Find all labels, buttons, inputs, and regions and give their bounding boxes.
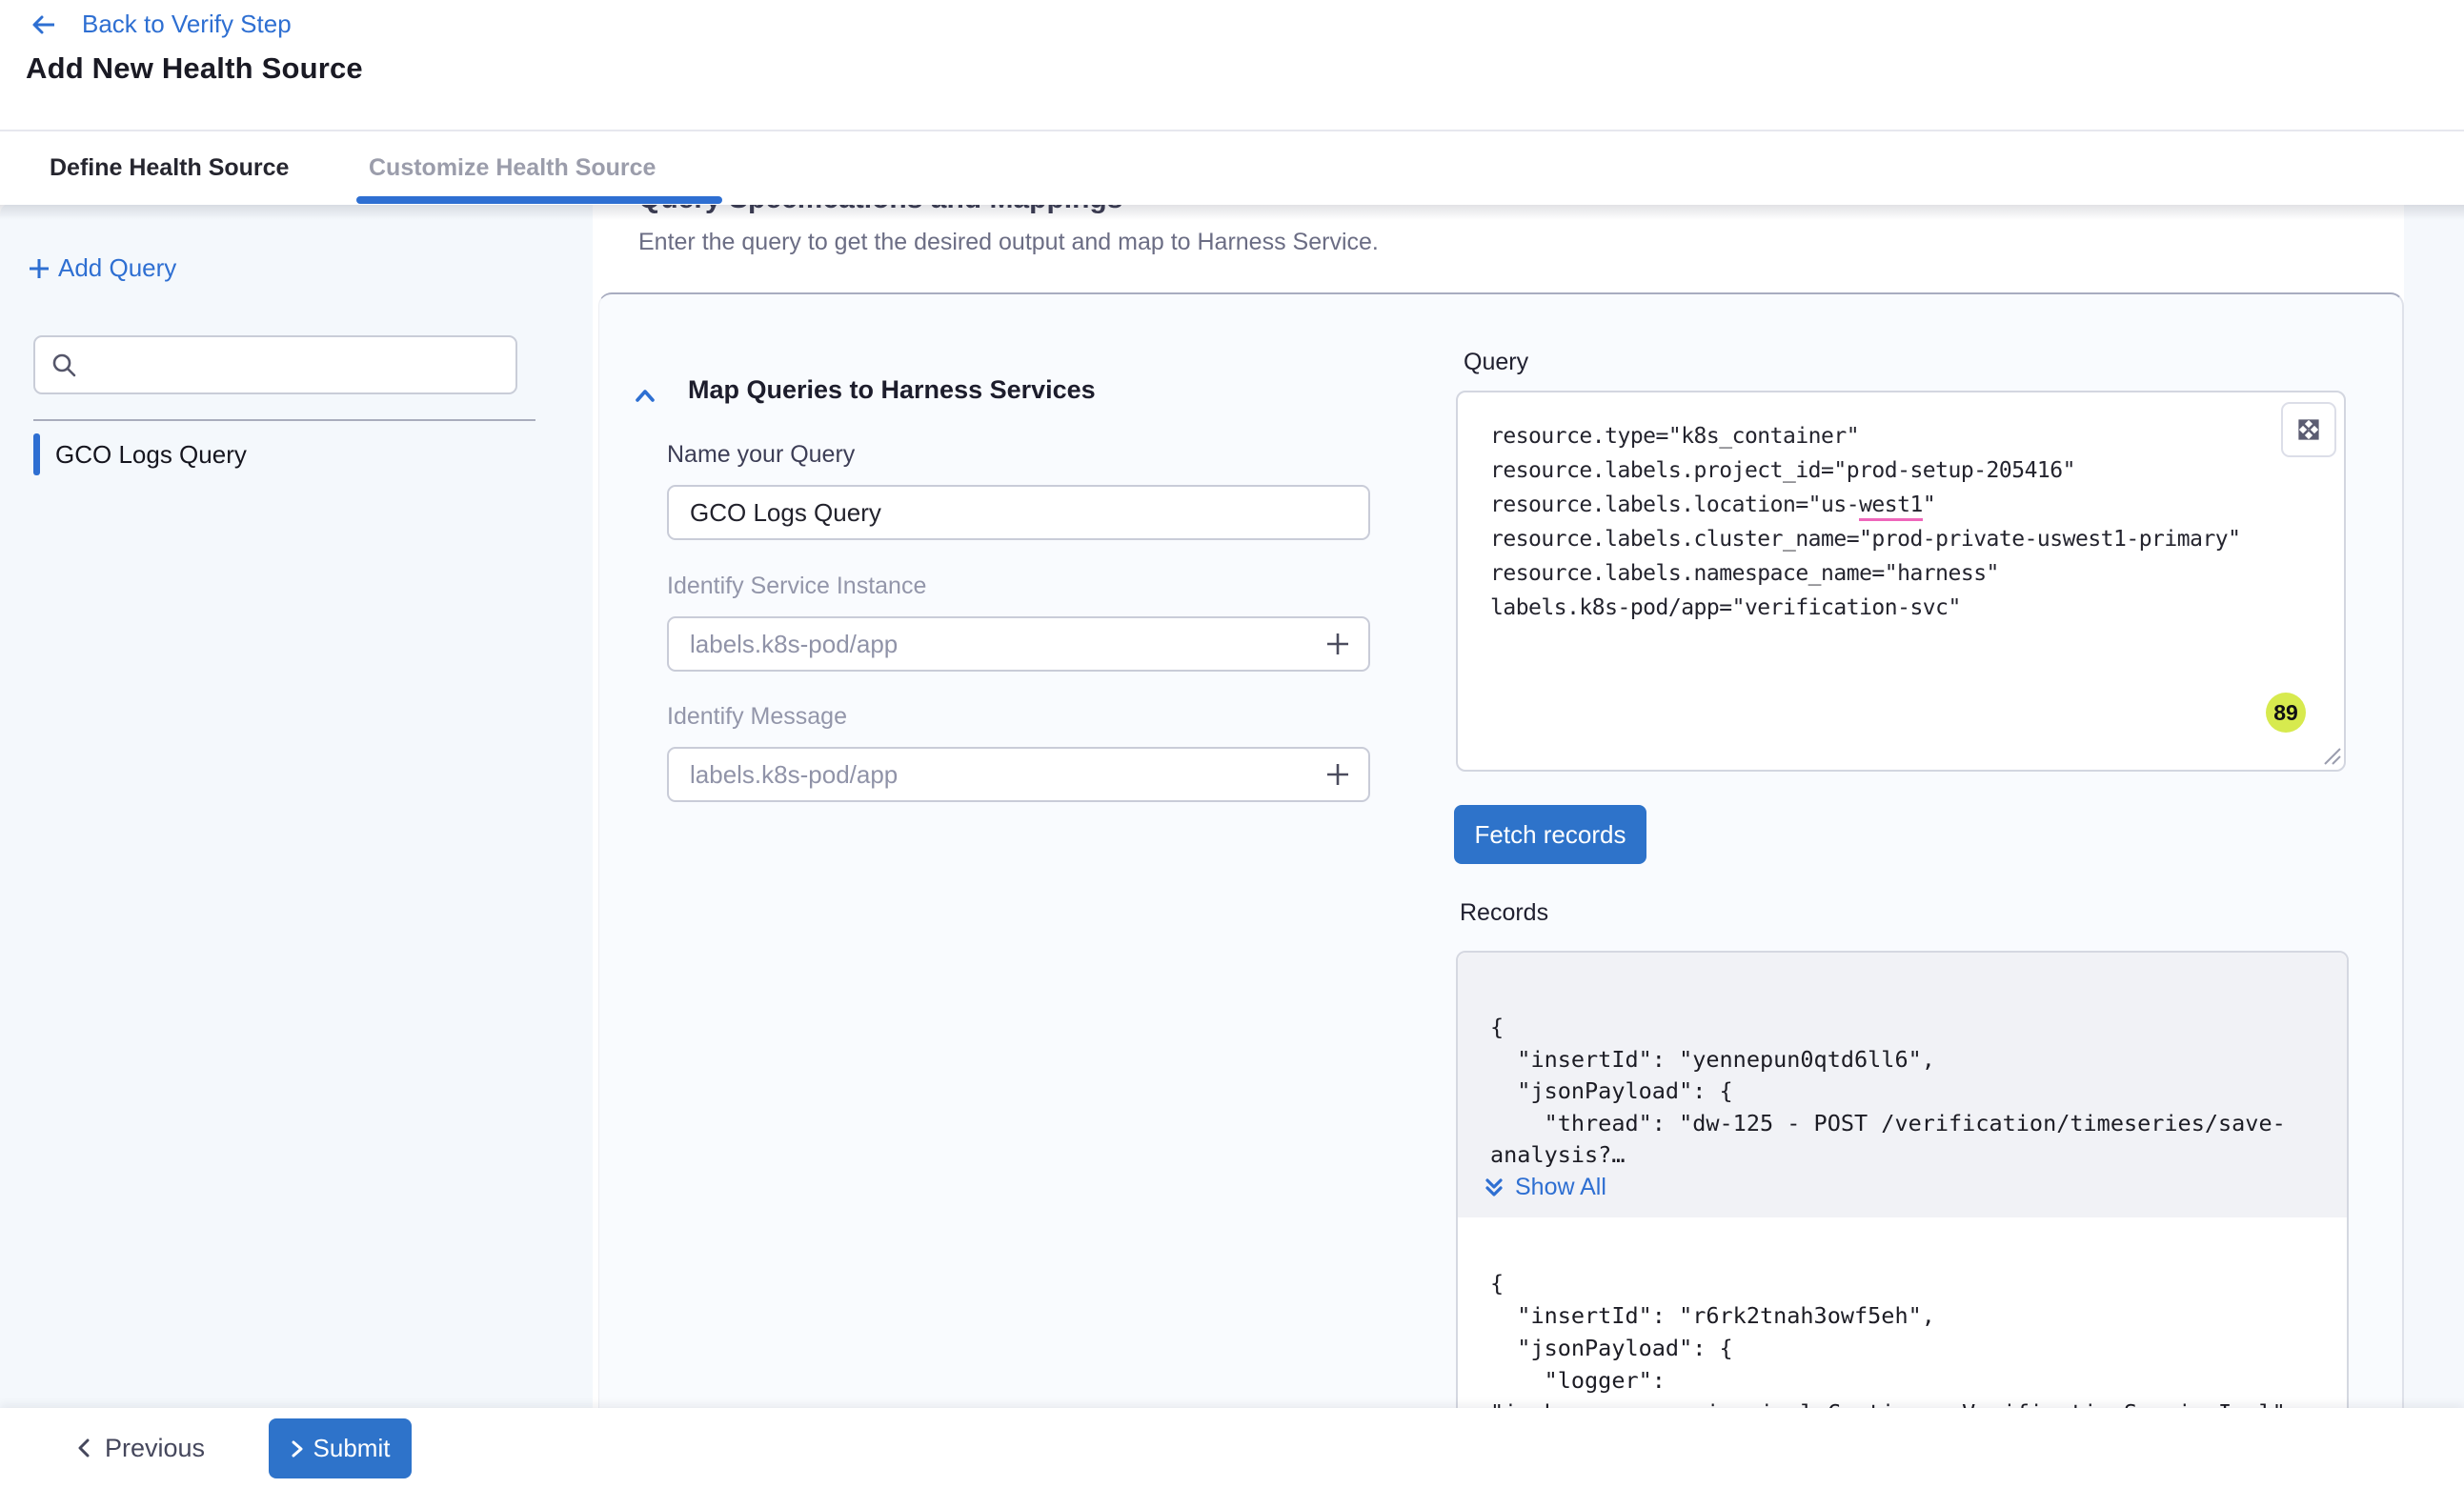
active-tab-underline	[356, 196, 722, 204]
expand-query-button[interactable]	[2281, 402, 2336, 457]
tab-customize-health-source[interactable]: Customize Health Source	[369, 131, 656, 205]
identify-message-label: Identify Message	[667, 703, 847, 731]
query-char-count-badge: 89	[2266, 693, 2306, 733]
scroll-shadow	[0, 203, 2464, 220]
active-query-indicator	[33, 433, 40, 475]
query-code: resource.type="k8s_container"resource.la…	[1490, 419, 2240, 625]
chevron-right-icon	[291, 1439, 304, 1458]
previous-label: Previous	[105, 1434, 205, 1463]
query-name-input[interactable]	[667, 485, 1370, 540]
add-query-button[interactable]: Add Query	[26, 253, 176, 283]
identify-message-plus-icon[interactable]	[1317, 754, 1359, 795]
query-item-label: GCO Logs Query	[55, 440, 247, 470]
page-header: Back to Verify Step Add New Health Sourc…	[0, 0, 2464, 130]
query-search-box	[33, 335, 517, 394]
search-input[interactable]	[89, 351, 515, 380]
double-chevron-down-icon	[1483, 1176, 1505, 1200]
query-label: Query	[1464, 349, 1528, 376]
collapse-section-chevron-up-icon[interactable]	[632, 383, 658, 414]
service-instance-plus-icon[interactable]	[1317, 623, 1359, 665]
resize-handle-icon[interactable]	[2323, 747, 2342, 771]
plus-icon	[26, 255, 52, 282]
record-2-json: { "insertId": "r6rk2tnah3owf5eh", "jsonP…	[1490, 1267, 2286, 1429]
page-title: Add New Health Source	[26, 51, 363, 86]
service-instance-input[interactable]	[667, 616, 1370, 672]
add-query-label: Add Query	[58, 253, 176, 283]
submit-label: Submit	[313, 1434, 391, 1463]
previous-button[interactable]: Previous	[76, 1408, 205, 1488]
page-footer: Previous Submit	[0, 1408, 2464, 1488]
search-icon	[50, 352, 77, 378]
sidebar-divider	[33, 419, 535, 421]
show-all-link[interactable]: Show All	[1483, 1174, 1606, 1201]
back-arrow-icon	[29, 11, 57, 38]
records-label: Records	[1460, 899, 1548, 927]
show-all-label: Show All	[1515, 1174, 1606, 1201]
add-health-source-page: Query Specifications and Mappings Enter …	[0, 0, 2464, 1488]
back-link-label: Back to Verify Step	[82, 10, 292, 39]
submit-button[interactable]: Submit	[269, 1418, 412, 1478]
record-1-json: { "insertId": "yennepun0qtd6ll6", "jsonP…	[1490, 1012, 2286, 1172]
identify-message-input[interactable]	[667, 747, 1370, 802]
spellcheck-underline: west1	[1859, 493, 1923, 521]
sidebar-item-gco-logs-query[interactable]: GCO Logs Query	[33, 432, 247, 476]
tab-define-health-source[interactable]: Define Health Source	[50, 131, 289, 205]
fetch-records-button[interactable]: Fetch records	[1454, 805, 1646, 864]
fullscreen-icon	[2295, 416, 2322, 443]
section-subtitle: Enter the query to get the desired outpu…	[638, 229, 1379, 256]
tab-bar: Define Health Source Customize Health So…	[0, 130, 2464, 205]
map-queries-title: Map Queries to Harness Services	[688, 375, 1096, 405]
chevron-left-icon	[76, 1438, 91, 1458]
right-gutter	[2404, 203, 2464, 1408]
service-instance-label: Identify Service Instance	[667, 573, 926, 600]
back-to-verify-link[interactable]: Back to Verify Step	[29, 10, 292, 39]
name-query-label: Name your Query	[667, 441, 855, 469]
